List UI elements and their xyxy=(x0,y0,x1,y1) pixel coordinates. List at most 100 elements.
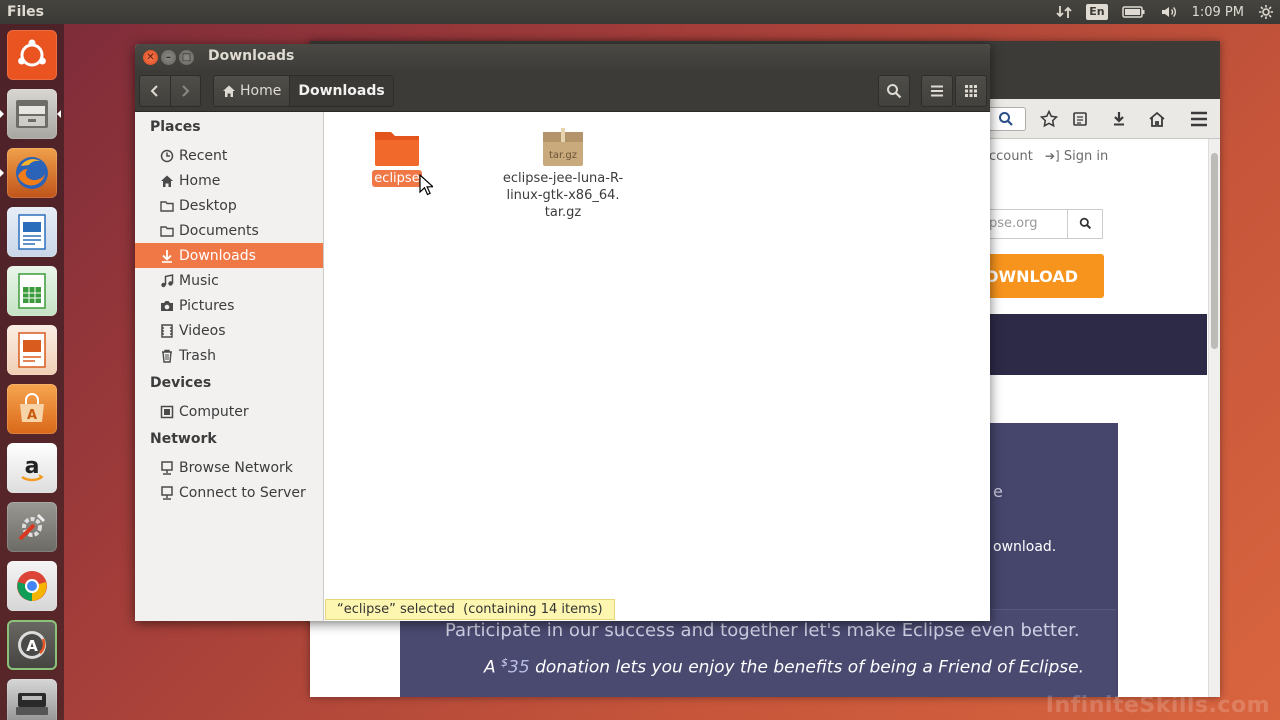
search-icon xyxy=(1079,215,1092,234)
maximize-button[interactable]: □ xyxy=(179,50,194,65)
sidebar-item-music[interactable]: Music xyxy=(135,268,323,293)
sidebar-item-home[interactable]: Home xyxy=(135,168,323,193)
sidebar-item-trash[interactable]: Trash xyxy=(135,343,323,368)
sidebar-item-downloads[interactable]: Downloads xyxy=(135,243,323,268)
donation-panel: Participate in our success and together … xyxy=(400,609,1116,697)
chevron-left-icon xyxy=(150,85,158,97)
donation-currency: $ xyxy=(501,656,509,669)
svg-text:A: A xyxy=(27,408,37,423)
launcher: A a A xyxy=(0,24,64,720)
watermark: InfiniteSkills.com xyxy=(1045,693,1270,718)
sidebar-item-videos[interactable]: Videos xyxy=(135,318,323,343)
list-view-icon xyxy=(931,85,943,97)
sidebar-item-label: Home xyxy=(179,172,221,189)
grid-view-button[interactable] xyxy=(955,75,987,107)
writer-icon[interactable] xyxy=(7,207,57,257)
system-settings-icon[interactable] xyxy=(7,502,57,552)
status-floating-bar: “eclipse” selected (containing 14 items) xyxy=(325,599,615,620)
breadcrumb: Home Downloads xyxy=(213,75,394,107)
battery-icon[interactable] xyxy=(1121,5,1146,19)
chrome-icon[interactable] xyxy=(7,561,57,611)
downloads-arrow-icon[interactable] xyxy=(1107,107,1131,131)
back-button[interactable] xyxy=(140,76,170,106)
close-button[interactable]: ✕ xyxy=(143,50,158,65)
file-name-line: tar.gz xyxy=(544,205,582,220)
home-icon xyxy=(159,173,175,189)
indicator-area: En 1:09 PM xyxy=(1056,0,1274,24)
sidebar-item-label: Recent xyxy=(179,147,228,164)
bookmark-star-icon[interactable] xyxy=(1037,107,1061,131)
breadcrumb-downloads[interactable]: Downloads xyxy=(289,76,393,106)
documents-icon xyxy=(159,223,175,239)
sign-in-icon: ➔] xyxy=(1045,149,1060,163)
browser-search-box[interactable] xyxy=(988,107,1026,131)
files-icon[interactable] xyxy=(0,89,61,139)
sidebar-item-label: Trash xyxy=(179,347,216,364)
downloads-icon xyxy=(159,248,175,264)
keyboard-layout-indicator[interactable]: En xyxy=(1086,4,1108,20)
sidebar-item-documents[interactable]: Documents xyxy=(135,218,323,243)
sidebar-item-label: Downloads xyxy=(179,247,256,264)
window-title: Downloads xyxy=(208,48,295,64)
volume-icon[interactable] xyxy=(1160,4,1178,20)
sign-in-link[interactable]: ➔] Sign in xyxy=(1045,149,1108,164)
list-view-button[interactable] xyxy=(921,75,953,107)
breadcrumb-home-label: Home xyxy=(240,83,282,99)
amazon-icon[interactable]: a xyxy=(7,443,57,493)
account-link[interactable]: ccount xyxy=(989,149,1033,164)
network-icon xyxy=(159,460,175,476)
sidebar-item-computer[interactable]: Computer xyxy=(135,399,323,424)
home-icon xyxy=(223,85,235,97)
search-button[interactable] xyxy=(878,75,910,107)
file-item-eclipse-folder[interactable]: eclipse xyxy=(371,126,423,187)
sidebar-item-recent[interactable]: Recent xyxy=(135,143,323,168)
forward-button[interactable] xyxy=(169,76,200,106)
minimize-button[interactable]: – xyxy=(161,50,176,65)
breadcrumb-downloads-label: Downloads xyxy=(298,83,385,99)
updater-icon[interactable]: A xyxy=(7,620,57,670)
scanner-icon[interactable] xyxy=(7,679,57,720)
file-name-line: linux-gtk-x86_64. xyxy=(506,188,620,203)
donation-text: donation lets you enjoy the benefits of … xyxy=(535,657,1085,678)
site-search-button[interactable] xyxy=(1067,209,1103,239)
videos-icon xyxy=(159,323,175,339)
firefox-icon[interactable] xyxy=(0,148,57,198)
feature-text-fragment: e xyxy=(993,482,1003,501)
pictures-icon xyxy=(159,298,175,314)
search-icon xyxy=(887,84,902,99)
menu-icon[interactable] xyxy=(1187,107,1211,131)
donation-line-1: Participate in our success and together … xyxy=(445,620,1080,641)
clock[interactable]: 1:09 PM xyxy=(1192,5,1244,20)
breadcrumb-home[interactable]: Home xyxy=(214,76,290,106)
reading-list-icon[interactable] xyxy=(1068,107,1092,131)
recent-icon xyxy=(159,148,175,164)
svg-text:A: A xyxy=(26,637,38,655)
computer-icon xyxy=(159,404,175,420)
sidebar-item-desktop[interactable]: Desktop xyxy=(135,193,323,218)
dash-icon[interactable] xyxy=(7,30,57,80)
sidebar-header-devices: Devices xyxy=(150,375,212,391)
home-button-icon[interactable] xyxy=(1145,107,1169,131)
browser-scrollbar[interactable] xyxy=(1208,139,1220,697)
download-button-label: OWNLOAD xyxy=(984,266,1078,286)
sidebar-item-label: Browse Network xyxy=(179,459,293,476)
file-item-eclipse-archive[interactable]: tar.gz eclipse-jee-luna-R- linux-gtk-x86… xyxy=(499,126,627,221)
impress-icon[interactable] xyxy=(7,325,57,375)
calc-icon[interactable] xyxy=(7,266,57,316)
file-manager-titlebar[interactable]: ✕ – □ Downloads xyxy=(135,44,990,70)
sign-in-label: Sign in xyxy=(1063,149,1109,164)
software-center-icon[interactable]: A xyxy=(7,384,57,434)
sidebar-item-browse-network[interactable]: Browse Network xyxy=(135,455,323,480)
music-icon xyxy=(159,273,175,289)
sidebar-item-pictures[interactable]: Pictures xyxy=(135,293,323,318)
archive-icon: tar.gz xyxy=(543,128,583,166)
sidebar-item-label: Desktop xyxy=(179,197,237,214)
chevron-right-icon xyxy=(182,85,190,97)
sidebar-item-connect-to-server[interactable]: Connect to Server xyxy=(135,480,323,505)
sidebar-item-label: Documents xyxy=(179,222,259,239)
file-manager-window: ✕ – □ Downloads Home Downloads Places Re… xyxy=(135,44,990,621)
sidebar-header-network: Network xyxy=(150,431,217,447)
network-transfer-icon[interactable] xyxy=(1056,4,1072,20)
file-name-label: eclipse xyxy=(372,170,422,187)
session-gear-icon[interactable] xyxy=(1258,4,1274,20)
